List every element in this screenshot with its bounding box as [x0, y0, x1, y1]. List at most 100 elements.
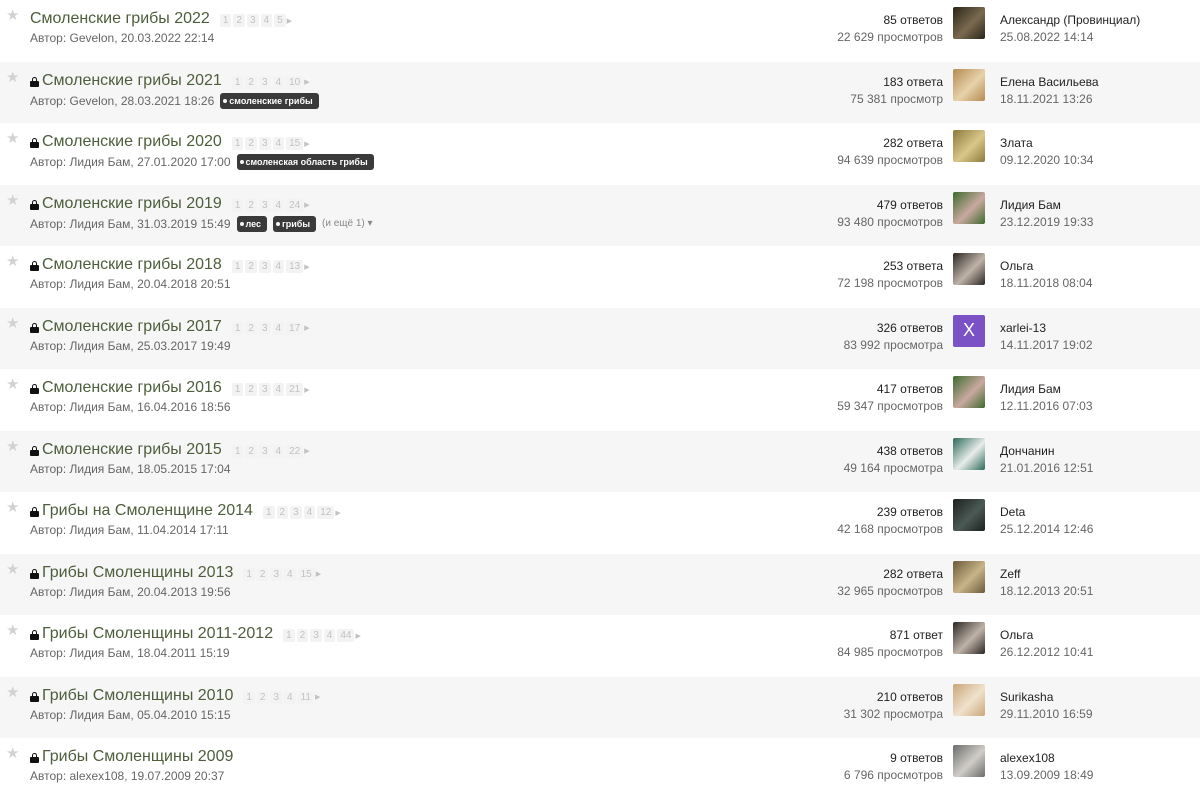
- caret-right-icon[interactable]: ▶: [304, 201, 309, 209]
- page-link[interactable]: 3: [258, 198, 271, 212]
- caret-right-icon[interactable]: ▶: [304, 386, 309, 394]
- page-link[interactable]: 3: [270, 567, 283, 581]
- page-link[interactable]: 2: [245, 198, 257, 212]
- caret-right-icon[interactable]: ▶: [304, 263, 309, 271]
- last-post-date[interactable]: 18.11.2021 13:26: [1000, 91, 1099, 108]
- page-link[interactable]: 2: [245, 260, 257, 273]
- page-link[interactable]: 2: [245, 75, 257, 89]
- avatar[interactable]: [953, 745, 985, 777]
- avatar[interactable]: [953, 253, 985, 285]
- avatar[interactable]: [953, 683, 985, 716]
- last-post-author[interactable]: Злата: [1000, 135, 1093, 152]
- page-link[interactable]: 2: [256, 567, 269, 581]
- page-link[interactable]: 2: [245, 444, 257, 458]
- page-link[interactable]: 4: [272, 137, 285, 150]
- page-link[interactable]: 1: [231, 260, 244, 273]
- avatar[interactable]: [953, 7, 985, 39]
- page-link[interactable]: 22: [286, 444, 304, 458]
- topic-title-link[interactable]: Смоленские грибы 2018: [42, 256, 222, 274]
- topic-title-link[interactable]: Смоленские грибы 2016: [42, 379, 222, 397]
- last-post-author[interactable]: Deta: [1000, 504, 1093, 521]
- avatar[interactable]: [953, 560, 985, 593]
- page-link[interactable]: 15: [286, 137, 304, 150]
- last-post-date[interactable]: 12.11.2016 07:03: [1000, 398, 1093, 415]
- page-link[interactable]: 1: [231, 75, 244, 89]
- avatar[interactable]: [953, 622, 985, 654]
- topic-title-link[interactable]: Смоленские грибы 2020: [42, 133, 222, 151]
- last-post-author[interactable]: Zeff: [1000, 566, 1093, 583]
- star-icon[interactable]: ★: [6, 131, 20, 146]
- page-link[interactable]: 4: [303, 506, 316, 519]
- topic-title-link[interactable]: Грибы Смоленщины 2010: [42, 687, 233, 705]
- star-icon[interactable]: ★: [6, 316, 20, 331]
- page-link[interactable]: 2: [245, 321, 257, 335]
- star-icon[interactable]: ★: [6, 254, 20, 269]
- page-link[interactable]: 44: [337, 629, 355, 642]
- last-post-author[interactable]: Дончанин: [1000, 443, 1093, 460]
- avatar[interactable]: [953, 130, 985, 162]
- topic-title-link[interactable]: Смоленские грибы 2021: [42, 72, 222, 90]
- star-icon[interactable]: ★: [6, 377, 20, 392]
- page-link[interactable]: 2: [256, 690, 269, 704]
- last-post-author[interactable]: Лидия Бам: [1000, 197, 1093, 214]
- page-link[interactable]: 1: [262, 506, 275, 519]
- page-link[interactable]: 4: [272, 444, 285, 458]
- page-link[interactable]: 4: [272, 321, 285, 335]
- page-link[interactable]: 1: [231, 383, 244, 396]
- last-post-date[interactable]: 18.12.2013 20:51: [1000, 583, 1093, 600]
- last-post-date[interactable]: 25.12.2014 12:46: [1000, 521, 1093, 538]
- page-link[interactable]: 4: [284, 567, 296, 581]
- page-link[interactable]: 24: [286, 198, 304, 212]
- last-post-date[interactable]: 18.11.2018 08:04: [1000, 275, 1093, 292]
- caret-right-icon[interactable]: ▶: [304, 140, 309, 148]
- page-link[interactable]: 1: [231, 198, 244, 212]
- page-link[interactable]: 4: [284, 690, 296, 704]
- last-post-date[interactable]: 29.11.2010 16:59: [1000, 706, 1093, 723]
- caret-right-icon[interactable]: ▶: [304, 324, 309, 332]
- star-icon[interactable]: ★: [6, 623, 20, 638]
- last-post-author[interactable]: xarlei-13: [1000, 320, 1093, 337]
- last-post-date[interactable]: 13.09.2009 18:49: [1000, 767, 1093, 784]
- last-post-author[interactable]: Surikasha: [1000, 689, 1093, 706]
- page-link[interactable]: 12: [317, 506, 335, 519]
- caret-right-icon[interactable]: ▶: [304, 78, 309, 86]
- caret-right-icon[interactable]: ▶: [304, 447, 309, 455]
- last-post-date[interactable]: 14.11.2017 19:02: [1000, 337, 1093, 354]
- page-link[interactable]: 13: [286, 260, 304, 273]
- page-link[interactable]: 1: [283, 629, 295, 642]
- page-link[interactable]: 4: [272, 75, 285, 89]
- page-link[interactable]: 4: [260, 14, 273, 27]
- page-link[interactable]: 1: [243, 690, 255, 704]
- page-link[interactable]: 5: [274, 14, 286, 27]
- avatar[interactable]: [953, 499, 985, 531]
- page-link[interactable]: 3: [258, 321, 271, 335]
- page-link[interactable]: 1: [243, 567, 255, 581]
- last-post-date[interactable]: 26.12.2012 10:41: [1000, 644, 1093, 661]
- last-post-author[interactable]: Ольга: [1000, 258, 1093, 275]
- tag-chip[interactable]: смоленская область грибы: [236, 154, 374, 170]
- page-link[interactable]: 1: [231, 444, 244, 458]
- star-icon[interactable]: ★: [6, 193, 20, 208]
- page-link[interactable]: 3: [258, 137, 271, 150]
- page-link[interactable]: 3: [290, 506, 302, 519]
- page-link[interactable]: 2: [233, 14, 245, 27]
- page-link[interactable]: 1: [231, 321, 244, 335]
- topic-title-link[interactable]: Грибы Смоленщины 2011-2012: [42, 625, 273, 643]
- page-link[interactable]: 17: [286, 321, 304, 335]
- star-icon[interactable]: ★: [6, 70, 20, 85]
- topic-title-link[interactable]: Грибы Смоленщины 2009: [42, 748, 233, 766]
- tag-chip[interactable]: грибы: [273, 215, 317, 232]
- avatar[interactable]: [953, 376, 985, 408]
- page-link[interactable]: 10: [286, 75, 304, 89]
- avatar[interactable]: [953, 68, 985, 101]
- last-post-date[interactable]: 23.12.2019 19:33: [1000, 214, 1093, 231]
- page-link[interactable]: 4: [272, 260, 285, 273]
- page-link[interactable]: 2: [245, 383, 257, 396]
- avatar[interactable]: [953, 191, 985, 224]
- star-icon[interactable]: ★: [6, 746, 20, 761]
- star-icon[interactable]: ★: [6, 8, 20, 23]
- page-link[interactable]: 1: [219, 14, 232, 27]
- tag-chip[interactable]: смоленские грибы: [220, 92, 319, 109]
- caret-right-icon[interactable]: ▶: [287, 17, 292, 25]
- page-link[interactable]: 3: [246, 14, 259, 27]
